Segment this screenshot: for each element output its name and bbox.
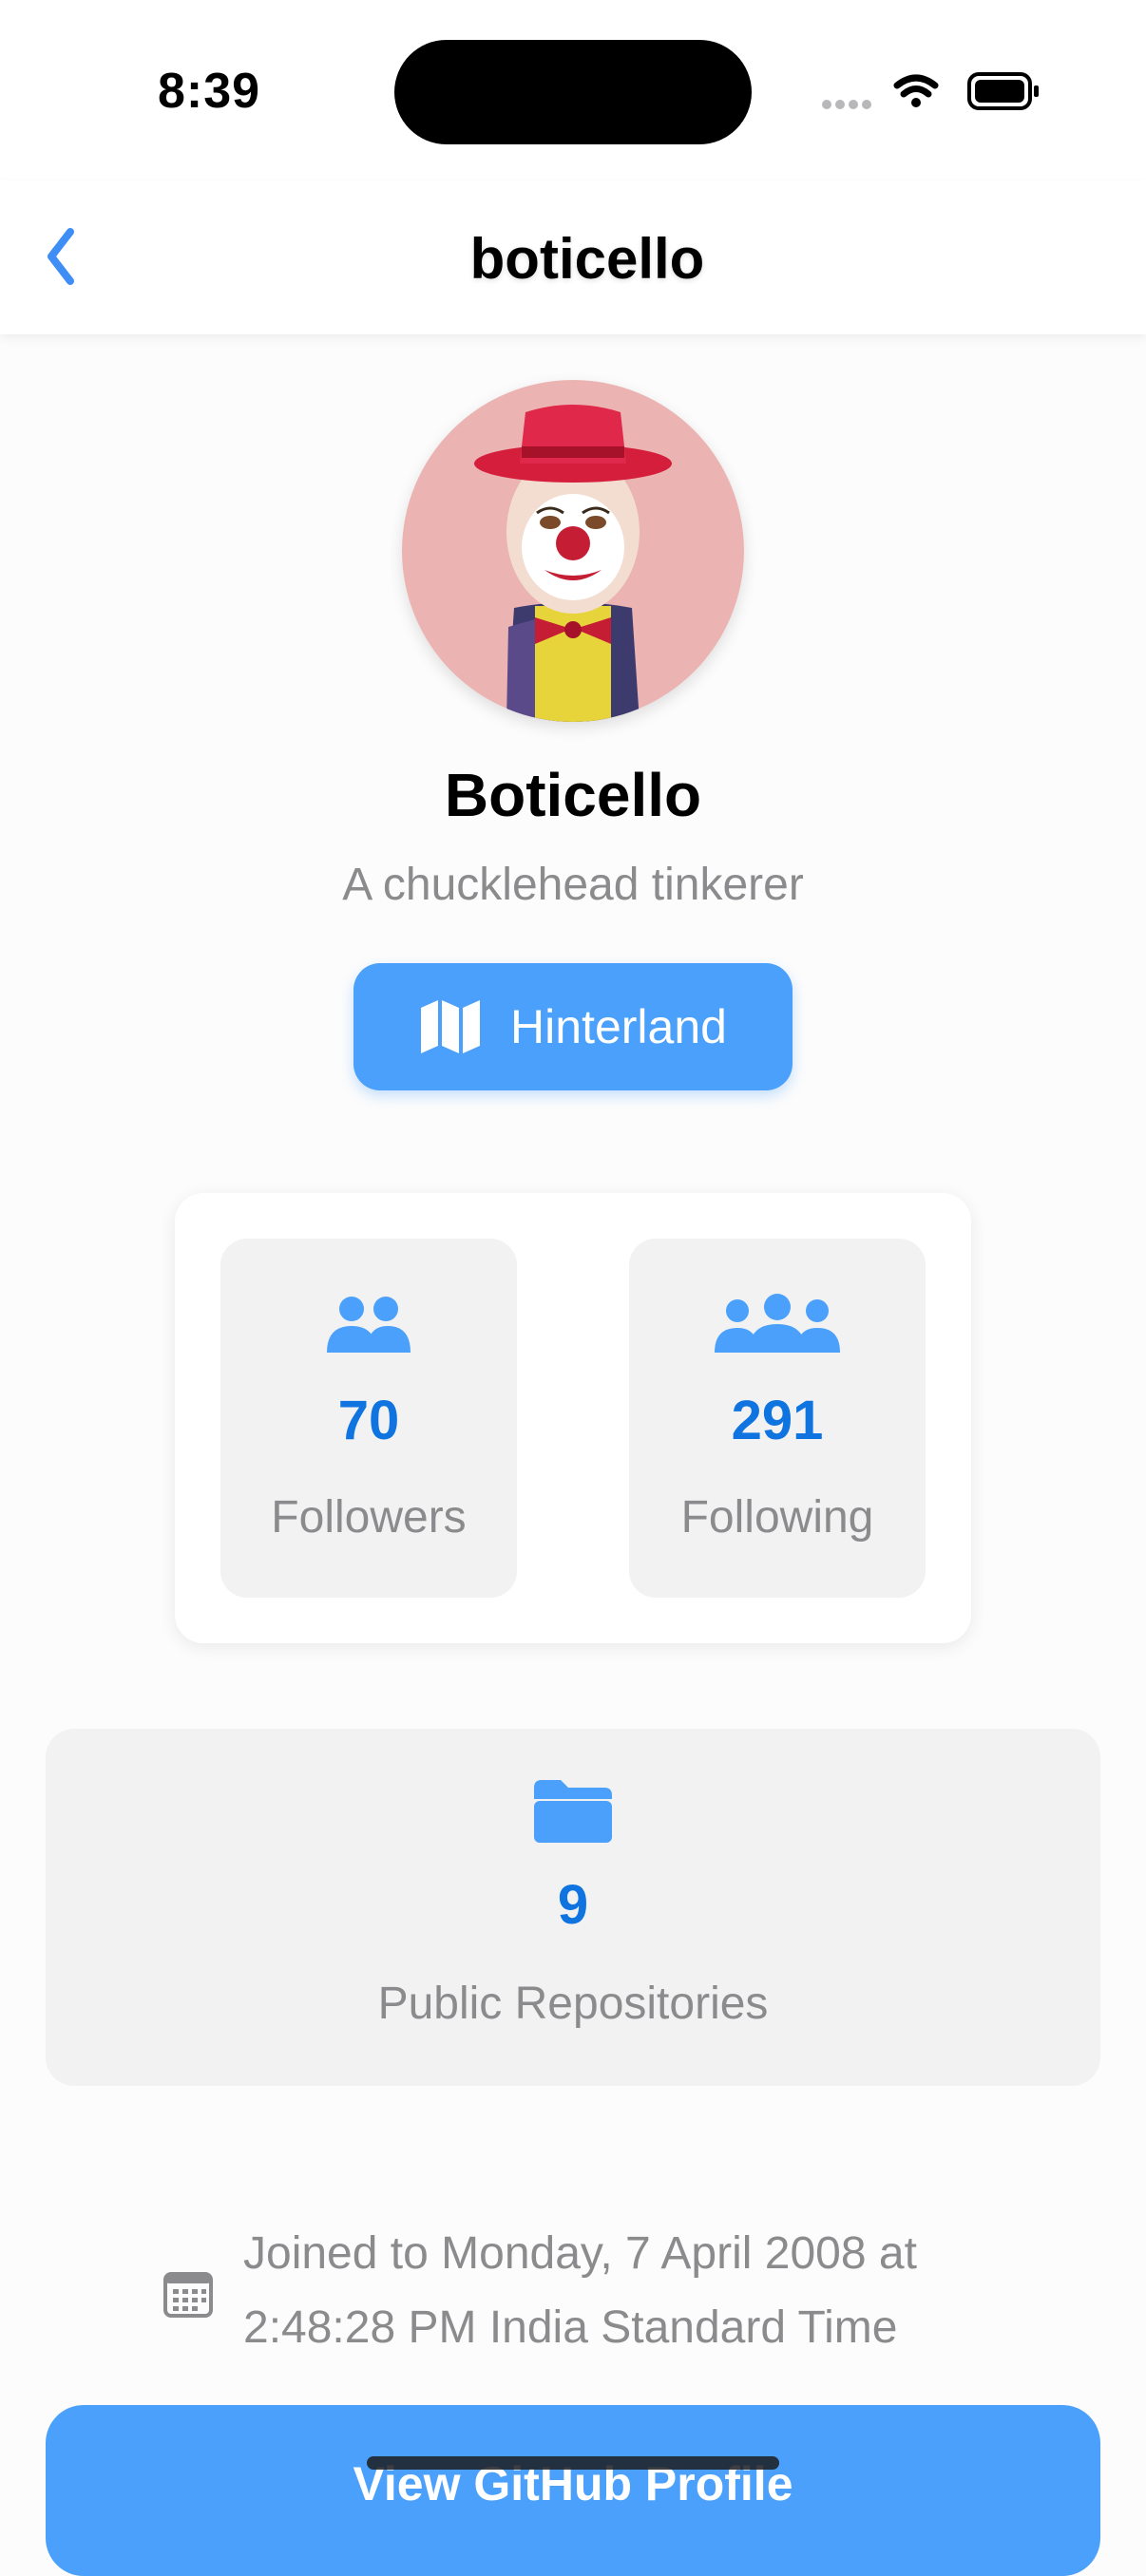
home-indicator (367, 2456, 779, 2470)
repositories-card[interactable]: 9 Public Repositories (46, 1729, 1100, 2086)
location-label: Hinterland (510, 1000, 727, 1053)
status-time: 8:39 (158, 64, 261, 119)
clown-figurine-avatar (402, 380, 744, 722)
repositories-count: 9 (557, 1874, 589, 1936)
dynamic-island (394, 40, 752, 144)
calendar-icon (163, 2272, 213, 2318)
joined-line-1: Joined to Monday, 7 April 2008 at (243, 2228, 917, 2279)
following-label: Following (680, 1492, 874, 1543)
battery-icon (967, 72, 1039, 110)
following-tile[interactable]: 291 Following (629, 1239, 926, 1598)
two-people-icon (327, 1297, 411, 1353)
followers-icon-wrap (220, 1294, 517, 1360)
joined-text: Joined to Monday, 7 April 2008 at 2:48:2… (243, 2217, 1060, 2365)
folder-icon (534, 1780, 612, 1843)
cellular-signal-icon (822, 100, 871, 109)
social-stats-card: 70 Followers 291 Following (175, 1193, 971, 1643)
repositories-label: Public Repositories (377, 1979, 769, 2029)
bio-text: A chucklehead tinkerer (342, 860, 804, 910)
display-name: Boticello (444, 761, 702, 829)
followers-label: Followers (271, 1492, 467, 1543)
repos-icon-wrap (46, 1780, 1100, 1847)
following-icon-wrap (629, 1294, 926, 1360)
status-icons-svg (822, 72, 1039, 110)
wifi-icon (893, 74, 939, 107)
followers-tile[interactable]: 70 Followers (220, 1239, 517, 1598)
status-bar: 8:39 (0, 0, 1146, 180)
view-github-profile-button[interactable]: View GitHub Profile (46, 2405, 1100, 2576)
map-icon (421, 1000, 481, 1053)
avatar (402, 380, 744, 722)
page-title: boticello (469, 227, 705, 291)
location-button[interactable]: Hinterland (353, 963, 793, 1090)
status-icons (821, 68, 1049, 116)
followers-count: 70 (337, 1390, 400, 1451)
three-people-icon (715, 1294, 840, 1353)
navigation-bar: boticello (0, 180, 1146, 334)
following-count: 291 (731, 1390, 824, 1451)
joined-line-2: 2:48:28 PM India Standard Time (243, 2302, 898, 2353)
